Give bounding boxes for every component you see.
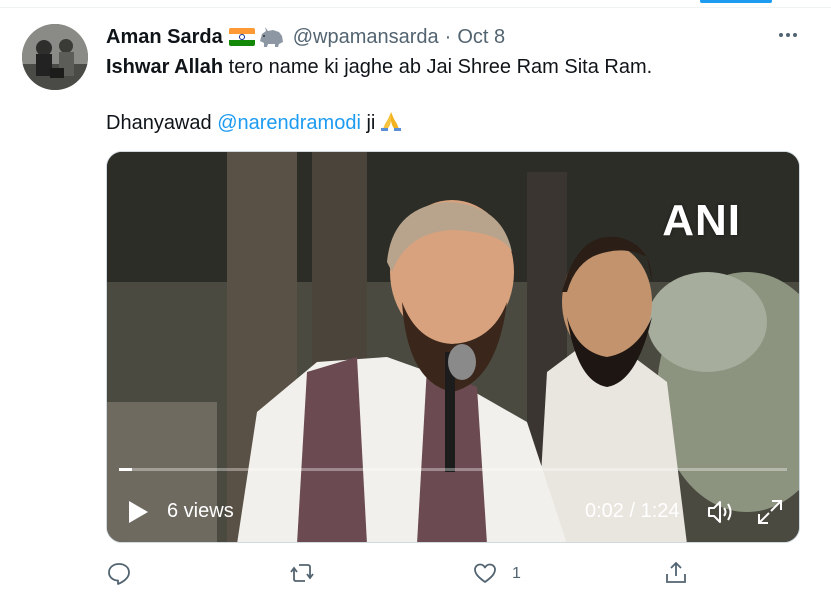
fullscreen-icon[interactable]: [755, 497, 785, 527]
tweet-text-bold: Ishwar Allah: [106, 56, 224, 78]
reply-icon[interactable]: [106, 560, 132, 586]
avatar-image: [22, 24, 88, 90]
video-player[interactable]: ANI 6 views 0:02 / 1:24: [106, 151, 800, 543]
active-tab-indicator: [700, 0, 772, 3]
rhino-icon: [259, 27, 283, 47]
india-flag-icon: [228, 28, 255, 46]
more-dot-icon: [779, 33, 783, 37]
like-icon[interactable]: [472, 560, 498, 586]
video-progress-bar[interactable]: [119, 468, 787, 471]
more-options-button[interactable]: [776, 27, 800, 43]
video-watermark: ANI: [662, 196, 741, 245]
video-progress-fill: [119, 468, 133, 471]
video-view-count: 6 views: [167, 500, 234, 522]
video-time: 0:02 / 1:24: [585, 500, 680, 522]
tweet-text-rest: tero name ki jaghe ab Jai Shree Ram Sita…: [223, 56, 653, 78]
author-name[interactable]: Aman Sarda: [106, 26, 223, 49]
separator-dot: ·: [444, 25, 452, 48]
avatar[interactable]: [22, 24, 88, 90]
like-count: 1: [512, 565, 521, 582]
tweet-date[interactable]: Oct 8: [457, 26, 505, 49]
author-handle[interactable]: @wpamansarda: [293, 26, 439, 49]
tweet-header: Aman Sarda @wpamansarda · Oct 8: [106, 25, 505, 49]
tweet-text-line-2: Dhanyawad @narendramodi ji: [106, 110, 403, 135]
retweet-icon[interactable]: [289, 560, 315, 586]
volume-icon[interactable]: [705, 497, 735, 527]
play-icon[interactable]: [125, 498, 151, 526]
folded-hands-icon: [381, 112, 402, 131]
tweet-text-line-1: Ishwar Allah tero name ki jaghe ab Jai S…: [106, 56, 652, 79]
tweet-text-prefix: Dhanyawad: [106, 112, 218, 134]
mention-link[interactable]: @narendramodi: [217, 112, 361, 134]
tweet-text-suffix: ji: [360, 112, 376, 134]
more-dot-icon: [786, 33, 790, 37]
top-divider: [0, 7, 831, 8]
share-icon[interactable]: [663, 560, 689, 586]
more-dot-icon: [793, 33, 797, 37]
